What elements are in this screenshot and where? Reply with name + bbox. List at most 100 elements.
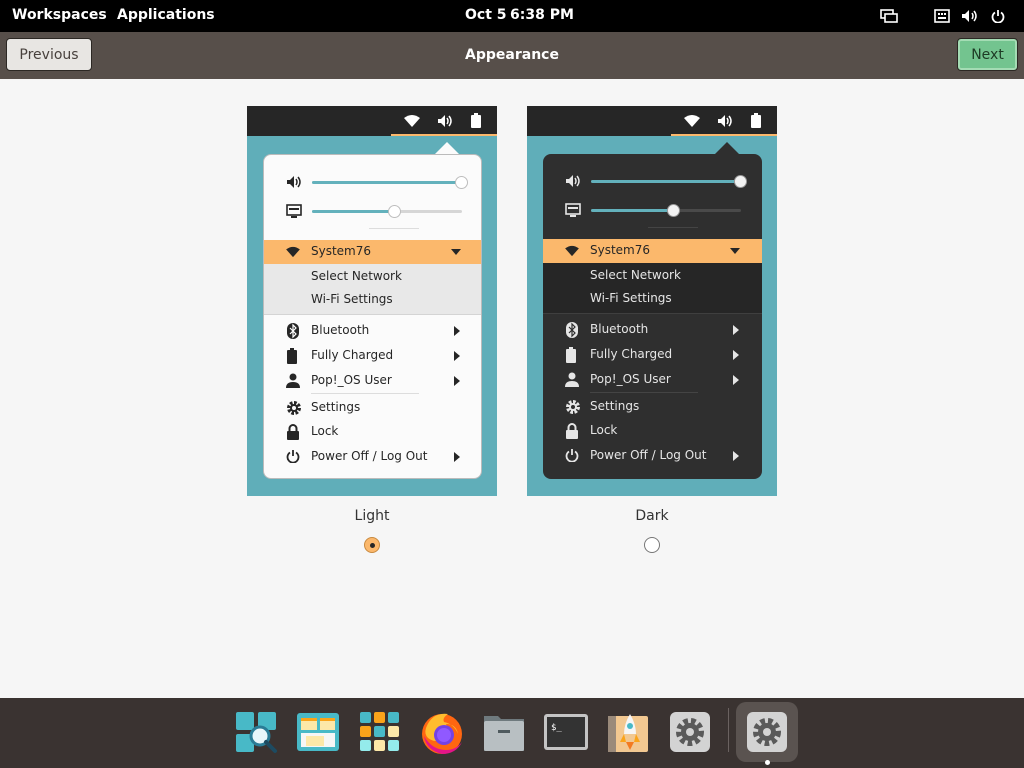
separator [648,227,698,228]
applications-button[interactable]: Applications [117,7,215,23]
top-bar: Workspaces Applications Oct 5 6:38 PM [0,0,1024,32]
bluetooth-label: Bluetooth [590,322,649,336]
page-title: Appearance [465,47,559,63]
tray-underline [671,134,777,136]
volume-slider-fill [591,180,741,183]
brightness-slider-row [543,200,762,220]
gear-icon [286,400,302,419]
search-app-icon[interactable] [232,708,280,756]
dark-radio[interactable] [644,537,660,553]
volume-slider-knob[interactable] [455,176,468,189]
gear-icon [565,399,581,418]
settings-running-icon[interactable] [743,708,791,756]
chevron-right-icon [454,452,460,462]
firefox-icon[interactable] [418,708,466,756]
brightness-slider[interactable] [312,205,462,218]
workspaces-button[interactable]: Workspaces [12,7,107,23]
power-item[interactable]: Power Off / Log Out [543,445,762,467]
power-item[interactable]: Power Off / Log Out [264,446,481,468]
display-icon[interactable] [878,0,900,32]
bluetooth-item[interactable]: Bluetooth [543,319,762,341]
brightness-slider-fill [591,209,674,212]
lock-item[interactable]: Lock [264,421,481,443]
battery-icon [286,348,298,367]
settings-item[interactable]: Settings [543,396,762,418]
files-icon[interactable] [480,708,528,756]
user-item[interactable]: Pop!_OS User [543,369,762,391]
light-radio[interactable] [364,537,380,553]
volume-icon [286,174,302,193]
volume-slider[interactable] [312,176,468,189]
keyboard-icon[interactable] [932,0,952,32]
clock-date[interactable]: Oct 5 [465,7,507,23]
chevron-right-icon [733,451,739,461]
network-row[interactable]: System76 [543,239,762,263]
tray-underline [391,134,497,136]
settings-label: Settings [311,400,361,414]
volume-slider-fill [312,181,462,184]
settings-item[interactable]: Settings [264,397,481,419]
workspaces-app-icon[interactable] [294,708,342,756]
battery-icon [751,113,761,132]
bluetooth-label: Bluetooth [311,323,370,337]
dark-option-label: Dark [635,508,669,524]
volume-icon [565,173,581,192]
network-row[interactable]: System76 [264,240,481,264]
wifi-settings-item[interactable]: Wi-Fi Settings [590,291,672,305]
volume-icon [717,113,733,132]
chevron-right-icon [733,325,739,335]
separator [543,313,762,314]
pop-shop-icon[interactable] [604,708,652,756]
volume-slider-knob[interactable] [734,175,747,188]
terminal-icon[interactable]: $_ [542,708,590,756]
wifi-icon [684,113,700,132]
volume-icon[interactable] [960,0,980,32]
volume-icon [437,113,453,132]
brightness-slider[interactable] [591,204,741,217]
chevron-right-icon [733,375,739,385]
volume-slider-row [264,172,481,193]
power-label: Power Off / Log Out [311,449,428,463]
chevron-down-icon [451,249,461,255]
bluetooth-item[interactable]: Bluetooth [264,320,481,342]
battery-item[interactable]: Fully Charged [543,344,762,366]
network-submenu: Select Network Wi-Fi Settings [543,263,762,313]
next-button[interactable]: Next [957,38,1018,71]
brightness-slider-knob[interactable] [667,204,680,217]
battery-icon [565,347,577,366]
dock: $_ [0,698,1024,768]
dark-theme-preview[interactable]: System76 Select Network Wi-Fi Settings B… [527,106,777,496]
clock-time[interactable]: 6:38 PM [510,7,574,23]
volume-slider[interactable] [591,175,747,188]
header-bar: Previous Appearance Next [0,32,1024,79]
user-icon [286,373,300,392]
select-network-item[interactable]: Select Network [590,268,681,282]
battery-label: Fully Charged [311,348,394,362]
user-label: Pop!_OS User [311,373,392,387]
wifi-settings-item[interactable]: Wi-Fi Settings [311,292,393,306]
light-theme-preview[interactable]: System76 Select Network Wi-Fi Settings B… [247,106,497,496]
power-icon[interactable] [988,0,1008,32]
battery-item[interactable]: Fully Charged [264,345,481,367]
chevron-right-icon [454,326,460,336]
brightness-slider-knob[interactable] [388,205,401,218]
separator [264,314,481,315]
radio-selected-dot [370,543,375,548]
chevron-right-icon [733,350,739,360]
user-item[interactable]: Pop!_OS User [264,370,481,392]
network-name: System76 [311,244,372,258]
app-grid-icon[interactable] [356,708,404,756]
settings-label: Settings [590,399,640,413]
bluetooth-icon [286,323,300,342]
bluetooth-icon [565,322,579,341]
wifi-icon [286,246,300,261]
user-icon [565,372,579,391]
svg-text:$_: $_ [551,723,562,733]
settings-app-icon[interactable] [666,708,714,756]
lock-icon [286,424,300,443]
chevron-right-icon [454,351,460,361]
battery-label: Fully Charged [590,347,673,361]
select-network-item[interactable]: Select Network [311,269,402,283]
preview-top-bar [247,106,497,136]
lock-item[interactable]: Lock [543,420,762,442]
